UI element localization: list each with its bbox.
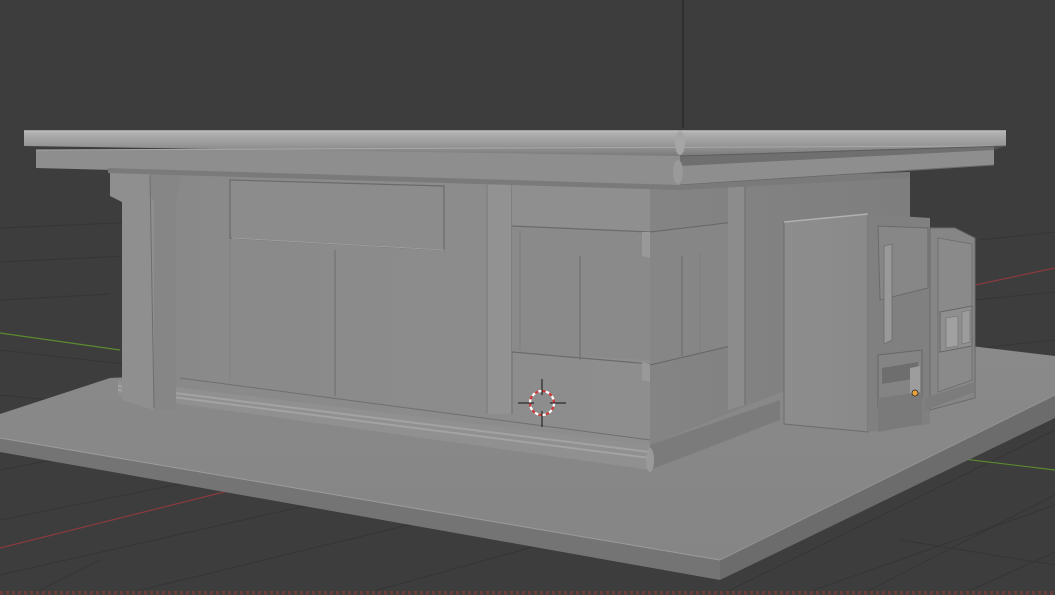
x-axis-line-right [974, 267, 1055, 286]
y-axis-line [0, 332, 121, 351]
vending-machine-large[interactable] [783, 213, 930, 433]
x-axis-line [0, 487, 241, 549]
vending-machine-small[interactable] [925, 227, 976, 411]
origin-dot-icon[interactable] [911, 389, 919, 397]
sign-panel[interactable] [229, 179, 445, 251]
viewport-bottom-border [0, 591, 1055, 595]
3d-viewport[interactable] [0, 0, 1055, 595]
y-axis-line-right [954, 457, 1055, 471]
